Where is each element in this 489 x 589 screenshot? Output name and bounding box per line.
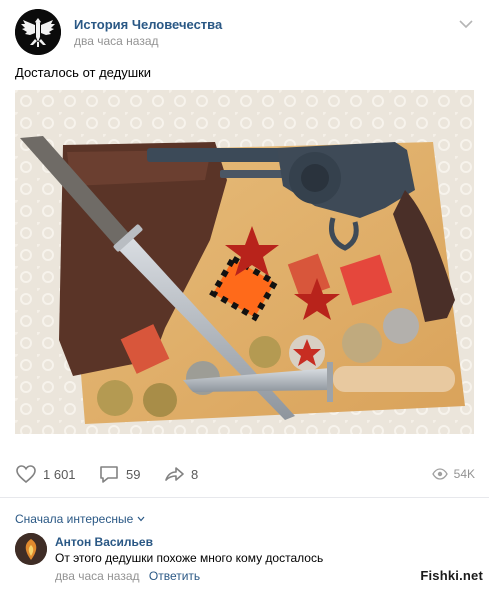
group-avatar[interactable] <box>15 9 61 55</box>
heart-icon <box>16 465 36 484</box>
comment-button[interactable]: 59 <box>98 464 140 484</box>
chevron-down-icon <box>137 516 145 522</box>
post-actions-bar: 1 601 59 8 54K <box>15 460 475 488</box>
comment-sort-label: Сначала интересные <box>15 512 134 526</box>
comment-author-avatar[interactable] <box>15 533 47 565</box>
divider <box>0 497 489 498</box>
comment-meta: два часа назад Ответить <box>55 569 200 583</box>
comment-bubble-icon <box>100 466 118 483</box>
reply-link[interactable]: Ответить <box>149 569 200 583</box>
share-button[interactable]: 8 <box>163 464 198 484</box>
watermark-logo: Fishki.net <box>420 568 483 583</box>
like-count: 1 601 <box>43 466 76 482</box>
share-count: 8 <box>191 466 199 482</box>
eagle-emblem-icon <box>15 9 61 55</box>
post-header: История Человечества два часа назад <box>15 9 475 55</box>
comment-timestamp[interactable]: два часа назад <box>55 569 140 583</box>
comment-sort-dropdown[interactable]: Сначала интересные <box>15 512 145 526</box>
post-timestamp[interactable]: два часа назад <box>74 34 159 48</box>
chevron-down-icon[interactable] <box>459 19 473 29</box>
like-button[interactable]: 1 601 <box>15 464 76 484</box>
post-text: Досталось от дедушки <box>15 65 152 80</box>
comment-text: От этого дедушки похоже много кому доста… <box>55 551 324 565</box>
post-photo[interactable] <box>15 90 474 434</box>
eye-icon <box>431 468 448 480</box>
comment-count: 59 <box>126 466 141 482</box>
share-arrow-icon <box>165 467 184 481</box>
views-counter: 54K <box>431 464 475 484</box>
group-name-link[interactable]: История Человечества <box>74 17 222 32</box>
views-count: 54K <box>453 467 475 481</box>
comment-author-name[interactable]: Антон Васильев <box>55 535 153 549</box>
